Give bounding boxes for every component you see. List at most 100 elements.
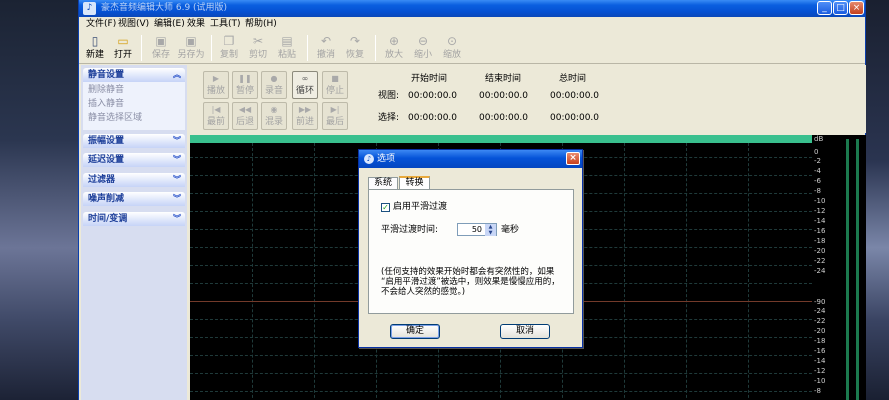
toolbar-separator: [375, 35, 376, 61]
chevron-down-icon[interactable]: ︾: [173, 212, 181, 226]
tab-system[interactable]: 系统: [368, 177, 398, 189]
tab-convert[interactable]: 转换: [399, 176, 430, 190]
to-end-button[interactable]: ▶| 最后: [322, 102, 348, 130]
open-label: 打开: [113, 50, 132, 60]
db-tick: -16: [814, 227, 826, 235]
pause-button[interactable]: ❚❚ 暂停: [232, 71, 258, 99]
save-label: 保存: [151, 50, 170, 60]
pause-icon: ❚❚: [238, 74, 252, 83]
mix-record-button[interactable]: ◉ 混录: [261, 102, 287, 130]
smooth-transition-label[interactable]: 启用平滑过渡: [393, 202, 447, 213]
mix-record-icon: ◉: [270, 105, 278, 114]
section-silence[interactable]: 静音设置 ︽: [83, 68, 185, 82]
chevron-down-icon[interactable]: ︾: [173, 153, 181, 167]
cancel-button[interactable]: 取消: [500, 324, 550, 339]
db-tick: -14: [814, 217, 826, 225]
redo-button[interactable]: ↷ 恢复: [341, 34, 369, 61]
dialog-title-bar[interactable]: ♪ 选项 ×: [359, 150, 582, 168]
to-start-button[interactable]: |◀ 最前: [203, 102, 229, 130]
window-title: 豪杰音频编辑大师 6.9 (试用版): [101, 3, 228, 13]
silence-selection-item[interactable]: 静音选择区域: [88, 112, 142, 124]
smooth-time-stepper[interactable]: 50 ▲ ▼: [457, 223, 497, 236]
view-end-time: 00:00:00.0: [479, 91, 529, 101]
rewind-label: 后退: [235, 117, 254, 127]
undo-icon: ↶: [320, 34, 332, 48]
minimize-button[interactable]: _: [817, 1, 832, 15]
view-total-time: 00:00:00.0: [550, 91, 600, 101]
menu-edit[interactable]: 编辑(E): [154, 18, 185, 30]
close-button[interactable]: ×: [849, 1, 864, 15]
undo-button[interactable]: ↶ 撤消: [312, 34, 340, 61]
forward-icon: ▶▶: [298, 105, 312, 114]
rewind-button[interactable]: ◀◀ 后退: [232, 102, 258, 130]
play-label: 播放: [206, 86, 225, 96]
stop-button[interactable]: ■ 停止: [322, 71, 348, 99]
chevron-down-icon[interactable]: ︾: [173, 173, 181, 187]
delete-silence-item[interactable]: 删除静音: [88, 84, 124, 96]
title-bar[interactable]: ♪ 豪杰音频编辑大师 6.9 (试用版) _ □ ×: [79, 0, 865, 17]
level-meters: [832, 135, 866, 400]
db-tick: -10: [814, 377, 826, 385]
paste-label: 粘贴: [277, 50, 296, 60]
menu-tools[interactable]: 工具(T): [210, 18, 241, 30]
menu-effects[interactable]: 效果: [187, 18, 205, 30]
section-noise-reduction[interactable]: 噪声削减 ︾: [83, 192, 185, 206]
new-button[interactable]: ▯ 新建: [81, 34, 109, 61]
smooth-time-value[interactable]: 50: [472, 225, 482, 235]
chevron-up-icon[interactable]: ︽: [173, 68, 181, 82]
to-start-label: 最前: [206, 117, 225, 127]
db-tick: -22: [814, 317, 826, 325]
forward-button[interactable]: ▶▶ 前进: [292, 102, 318, 130]
timeline-bar[interactable]: [190, 135, 812, 143]
view-start-time: 00:00:00.0: [408, 91, 458, 101]
play-button[interactable]: ▶ 播放: [203, 71, 229, 99]
chevron-down-icon[interactable]: ︾: [173, 192, 181, 206]
selection-total-time: 00:00:00.0: [550, 113, 600, 123]
save-icon: ▣: [155, 34, 167, 48]
zoom-in-button[interactable]: ⊕ 放大: [380, 34, 408, 61]
end-time-header: 结束时间: [485, 74, 522, 84]
section-time-pitch-label: 时间/变调: [88, 214, 128, 224]
ok-button[interactable]: 确定: [390, 324, 440, 339]
save-as-button[interactable]: ▣ 另存为: [175, 34, 207, 61]
loop-icon: ∞: [301, 74, 309, 83]
db-tick: -12: [814, 367, 826, 375]
zoom-button[interactable]: ⊙ 缩放: [438, 34, 466, 61]
smooth-transition-checkbox[interactable]: ✓: [381, 203, 390, 212]
left-level-meter: [846, 139, 849, 400]
menu-help[interactable]: 帮助(H): [245, 18, 277, 30]
start-time-header: 开始时间: [411, 74, 448, 84]
section-time-pitch[interactable]: 时间/变调 ︾: [83, 212, 185, 226]
db-ruler: dB 0 -2 -4 -6 -8 -10 -12 -14 -16 -18 -20…: [812, 135, 832, 400]
maximize-button[interactable]: □: [833, 1, 848, 15]
paste-button[interactable]: ▤ 粘贴: [273, 34, 301, 61]
pause-label: 暂停: [235, 86, 254, 96]
save-as-label: 另存为: [177, 50, 205, 60]
copy-button[interactable]: ❐ 复制: [215, 34, 243, 61]
section-amplitude[interactable]: 振幅设置 ︾: [83, 134, 185, 148]
section-filter[interactable]: 过滤器 ︾: [83, 173, 185, 187]
record-button[interactable]: ● 录音: [261, 71, 287, 99]
record-icon: ●: [270, 74, 278, 83]
new-label: 新建: [85, 50, 104, 60]
db-tick: -20: [814, 247, 826, 255]
stop-label: 停止: [325, 86, 344, 96]
zoom-out-button[interactable]: ⊖ 缩小: [409, 34, 437, 61]
menu-file[interactable]: 文件(F): [86, 18, 116, 30]
dialog-close-button[interactable]: ×: [566, 152, 580, 165]
open-button[interactable]: ▭ 打开: [109, 34, 137, 61]
spin-down-icon[interactable]: ▼: [485, 230, 496, 236]
desktop-wallpaper-left: [0, 0, 78, 400]
zoom-in-label: 放大: [384, 50, 403, 60]
menu-view[interactable]: 视图(V): [118, 18, 149, 30]
chevron-down-icon[interactable]: ︾: [173, 134, 181, 148]
loop-button[interactable]: ∞ 循环: [292, 71, 318, 99]
insert-silence-item[interactable]: 插入静音: [88, 98, 124, 110]
dialog-title: 选项: [377, 154, 396, 164]
section-delay[interactable]: 延迟设置 ︾: [83, 153, 185, 167]
db-tick: -8: [814, 187, 821, 195]
forward-label: 前进: [295, 117, 314, 127]
db-tick: -12: [814, 207, 826, 215]
cut-button[interactable]: ✂ 剪切: [244, 34, 272, 61]
save-button[interactable]: ▣ 保存: [147, 34, 175, 61]
